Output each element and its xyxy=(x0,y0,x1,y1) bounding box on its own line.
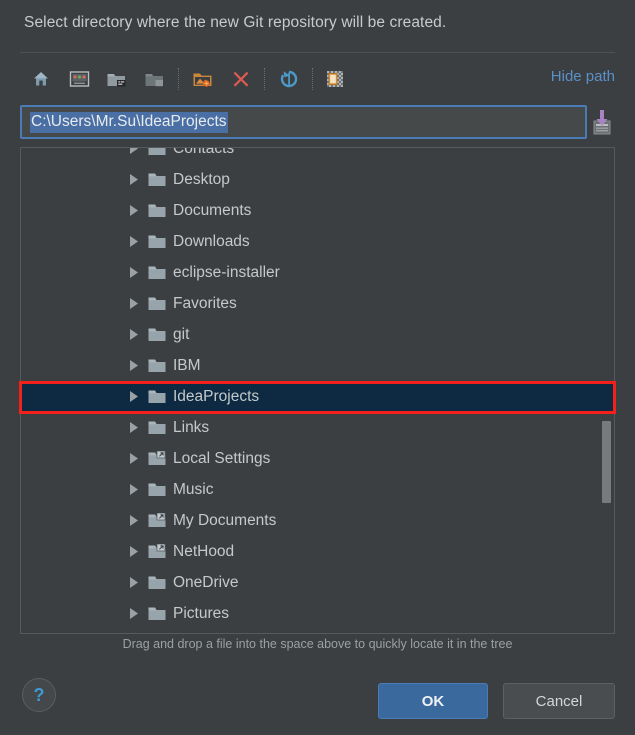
tree-row[interactable]: Desktop xyxy=(21,164,614,195)
cancel-button[interactable]: Cancel xyxy=(503,683,615,719)
folder-icon xyxy=(148,265,166,281)
tree-row[interactable]: git xyxy=(21,319,614,350)
expand-arrow-icon[interactable] xyxy=(126,451,142,467)
tree-row-label: Pictures xyxy=(173,604,229,622)
tree-row-label: Documents xyxy=(173,201,252,219)
drop-file-here-icon[interactable] xyxy=(589,107,615,137)
expand-arrow-icon[interactable] xyxy=(126,296,142,312)
expand-arrow-icon[interactable] xyxy=(126,575,142,591)
ok-button[interactable]: OK xyxy=(378,683,488,719)
toolbar-separator-1 xyxy=(178,68,180,90)
tree-row-label: IBM xyxy=(173,356,201,374)
folder-icon xyxy=(148,358,166,374)
expand-arrow-icon[interactable] xyxy=(126,482,142,498)
expand-arrow-icon[interactable] xyxy=(126,234,142,250)
desktop-icon[interactable] xyxy=(64,64,94,94)
directory-tree-list: Contacts Desktop Documents Downloads eclipse… xyxy=(21,147,614,629)
folder-icon xyxy=(148,389,166,405)
module-folder-icon[interactable] xyxy=(140,64,170,94)
expand-arrow-icon[interactable] xyxy=(126,420,142,436)
directory-tree-panel[interactable]: Contacts Desktop Documents Downloads eclipse… xyxy=(20,147,615,634)
tree-row[interactable]: OneDrive xyxy=(21,567,614,598)
tree-row-label: Desktop xyxy=(173,170,230,188)
folder-icon xyxy=(148,327,166,343)
tree-row-label: Contacts xyxy=(173,147,235,157)
toolbar-separator-2 xyxy=(264,68,266,90)
expand-arrow-icon[interactable] xyxy=(126,265,142,281)
tree-row-label: Music xyxy=(173,480,214,498)
expand-arrow-icon[interactable] xyxy=(126,327,142,343)
folder-icon xyxy=(148,234,166,250)
tree-row[interactable]: Contacts xyxy=(21,147,614,164)
folder-icon xyxy=(148,575,166,591)
folder-icon xyxy=(148,148,166,157)
expand-arrow-icon[interactable] xyxy=(126,389,142,405)
expand-arrow-icon[interactable] xyxy=(126,148,142,157)
tree-row-label: git xyxy=(173,325,190,343)
shortcut-folder-icon xyxy=(148,450,166,467)
tree-row-label: Local Settings xyxy=(173,449,271,467)
toolbar: Hide path xyxy=(20,61,615,97)
path-input-value: C:\Users\Mr.Su\IdeaProjects xyxy=(30,111,228,133)
help-button[interactable]: ? xyxy=(22,678,56,712)
expand-arrow-icon[interactable] xyxy=(126,544,142,560)
tree-scrollbar-thumb[interactable] xyxy=(602,421,611,503)
folder-icon xyxy=(148,203,166,219)
shortcut-folder-icon xyxy=(148,512,166,529)
tree-row[interactable]: Local Settings xyxy=(21,443,614,474)
tree-row[interactable]: NetHood xyxy=(21,536,614,567)
tree-row[interactable]: Music xyxy=(21,474,614,505)
delete-icon[interactable] xyxy=(226,64,256,94)
tree-row-selected[interactable]: IdeaProjects xyxy=(21,381,614,412)
tree-row[interactable]: eclipse-installer xyxy=(21,257,614,288)
drag-drop-hint: Drag and drop a file into the space abov… xyxy=(122,637,513,651)
tree-row[interactable]: Documents xyxy=(21,195,614,226)
path-input[interactable]: C:\Users\Mr.Su\IdeaProjects xyxy=(20,105,587,139)
expand-arrow-icon[interactable] xyxy=(126,513,142,529)
home-icon[interactable] xyxy=(26,64,56,94)
tree-row-label: NetHood xyxy=(173,542,235,560)
new-folder-icon[interactable] xyxy=(188,64,218,94)
tree-scrollbar-track[interactable] xyxy=(602,149,613,633)
expand-arrow-icon[interactable] xyxy=(126,172,142,188)
tree-row[interactable]: IBM xyxy=(21,350,614,381)
title-separator xyxy=(20,52,615,53)
tree-row-label: IdeaProjects xyxy=(173,387,260,405)
folder-icon xyxy=(148,420,166,436)
tree-row[interactable]: Downloads xyxy=(21,226,614,257)
project-folder-icon[interactable] xyxy=(102,64,132,94)
tree-row[interactable]: Favorites xyxy=(21,288,614,319)
tree-row-label: Downloads xyxy=(173,232,250,250)
tree-row[interactable]: My Documents xyxy=(21,505,614,536)
expand-arrow-icon[interactable] xyxy=(126,358,142,374)
folder-icon xyxy=(148,606,166,622)
tree-row[interactable]: Links xyxy=(21,412,614,443)
expand-arrow-icon[interactable] xyxy=(126,203,142,219)
tree-row-label: My Documents xyxy=(173,511,277,529)
shortcut-folder-icon xyxy=(148,543,166,560)
folder-icon xyxy=(148,296,166,312)
refresh-icon[interactable] xyxy=(274,64,304,94)
path-field-row: C:\Users\Mr.Su\IdeaProjects xyxy=(20,105,615,141)
tree-row-label: Favorites xyxy=(173,294,237,312)
dialog-title: Select directory where the new Git repos… xyxy=(24,14,447,31)
toolbar-separator-3 xyxy=(312,68,314,90)
show-hidden-icon[interactable] xyxy=(320,64,350,94)
folder-icon xyxy=(148,482,166,498)
tree-row[interactable]: Pictures xyxy=(21,598,614,629)
tree-row-label: eclipse-installer xyxy=(173,263,280,281)
folder-icon xyxy=(148,172,166,188)
hide-path-link[interactable]: Hide path xyxy=(551,68,615,85)
tree-row-label: OneDrive xyxy=(173,573,239,591)
expand-arrow-icon[interactable] xyxy=(126,606,142,622)
tree-row-label: Links xyxy=(173,418,210,436)
